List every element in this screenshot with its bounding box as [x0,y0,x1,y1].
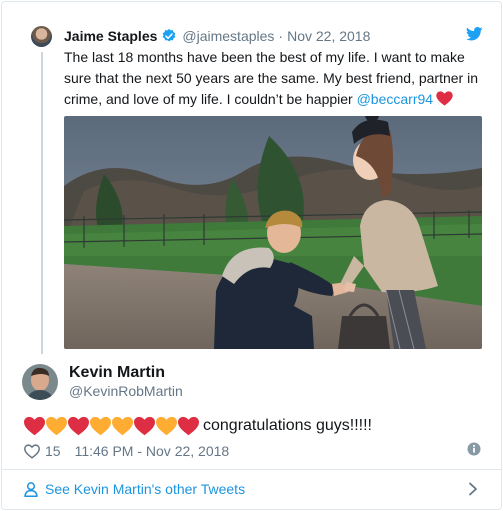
red-heart-emoji-icon [24,416,45,436]
red-heart-icon [436,91,453,106]
mention-link[interactable]: @beccarr94 [357,91,433,107]
red-heart-emoji-icon [178,416,199,436]
heart-like-icon[interactable] [24,443,40,459]
quoted-author-handle[interactable]: @jaimestaples [182,28,274,44]
reply-author-avatar[interactable] [22,364,58,400]
tweet-embed-card: Jaime Staples @jaimestaples · Nov 22, 20… [1,1,502,510]
see-other-tweets-label[interactable]: See Kevin Martin's other Tweets [45,481,245,497]
yellow-heart-emoji-icon [46,416,67,436]
thread-connector-line [41,52,43,354]
reply-text-body: congratulations guys!!!!! [203,417,372,434]
quoted-tweet-header: Jaime Staples @jaimestaples · Nov 22, 20… [64,26,370,46]
quoted-tweet-date[interactable]: Nov 22, 2018 [287,28,370,44]
reply-author-handle[interactable]: @KevinRobMartin [69,383,183,399]
person-icon [24,481,38,497]
quoted-tweet-text: The last 18 months have been the best of… [64,47,484,110]
verified-badge-icon [163,29,176,42]
info-icon[interactable] [467,442,481,456]
yellow-heart-emoji-icon [90,416,111,436]
quoted-author-name[interactable]: Jaime Staples [64,28,157,44]
chevron-right-icon[interactable] [468,482,478,496]
separator-dot: · [278,28,284,44]
see-other-tweets-link[interactable]: See Kevin Martin's other Tweets [24,480,245,498]
like-count[interactable]: 15 [45,443,61,459]
reply-author-name[interactable]: Kevin Martin [69,364,165,382]
tweet-timestamp[interactable]: 11:46 PM - Nov 22, 2018 [75,443,230,459]
twitter-bird-icon[interactable] [466,27,483,41]
red-heart-emoji-icon [134,416,155,436]
yellow-heart-emoji-icon [156,416,177,436]
proposal-photo[interactable] [64,116,482,349]
emoji-row [24,416,200,436]
reply-tweet-text: congratulations guys!!!!! [24,413,372,439]
quoted-author-avatar[interactable] [31,26,52,47]
red-heart-emoji-icon [68,416,89,436]
tweet-meta: 15 11:46 PM - Nov 22, 2018 [24,442,229,460]
yellow-heart-emoji-icon [112,416,133,436]
footer-divider [2,469,501,470]
